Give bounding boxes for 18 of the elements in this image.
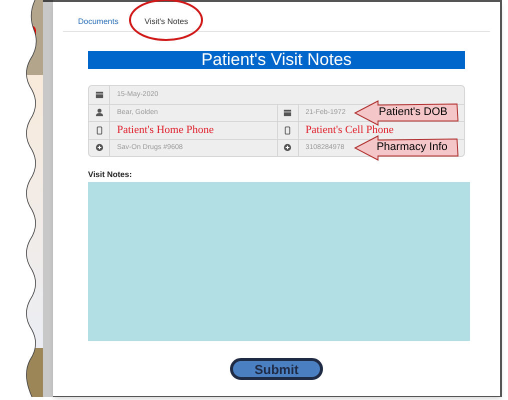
calendar-icon [283, 108, 292, 118]
callout: Patient's DOB [354, 100, 460, 126]
field-value[interactable]: Patient's Cell Phone [306, 124, 394, 136]
tab[interactable]: Visit's Notes [140, 16, 192, 26]
notes-field[interactable] [88, 182, 470, 341]
plus-circle-icon [283, 143, 292, 152]
field-value[interactable]: Patient's Home Phone [117, 124, 214, 136]
phone-icon [94, 126, 104, 135]
calendar-icon [94, 90, 104, 100]
submit-button[interactable]: Submit [230, 358, 323, 380]
person-icon [94, 108, 104, 118]
scrollbar[interactable] [43, 0, 53, 397]
phone-icon [283, 126, 292, 135]
notes-label: Visit Notes: [88, 169, 133, 181]
page-title: Patient's Visit Notes [88, 51, 465, 69]
tab[interactable]: Documents [74, 16, 122, 26]
callout: Pharmacy Info [354, 134, 460, 160]
plus-circle-icon [94, 143, 104, 152]
